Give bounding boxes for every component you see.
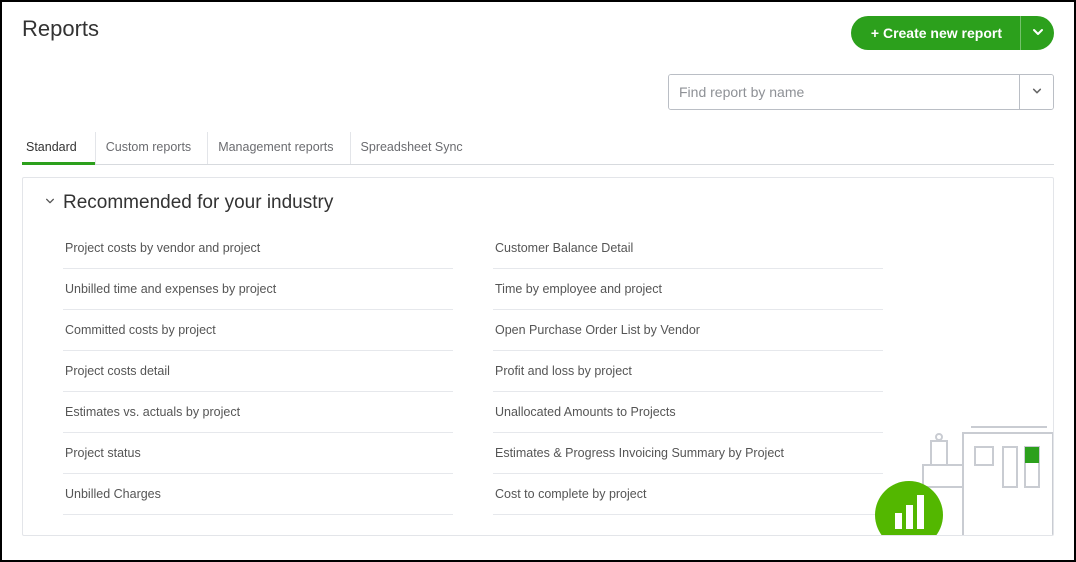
report-link[interactable]: Committed costs by project <box>63 310 453 351</box>
report-link[interactable]: Time by employee and project <box>493 269 883 310</box>
report-column-right: Customer Balance Detail Time by employee… <box>493 228 883 515</box>
section-header: Recommended for your industry <box>45 192 1031 214</box>
create-report-dropdown[interactable] <box>1020 16 1054 50</box>
report-link[interactable]: Estimates vs. actuals by project <box>63 392 453 433</box>
tab-bar: Standard Custom reports Management repor… <box>22 132 1054 165</box>
report-link[interactable]: Customer Balance Detail <box>493 228 883 269</box>
section-title: Recommended for your industry <box>63 192 333 214</box>
search-input[interactable] <box>669 75 1019 109</box>
report-link[interactable]: Project costs by vendor and project <box>63 228 453 269</box>
tab-spreadsheet-sync[interactable]: Spreadsheet Sync <box>351 132 479 164</box>
report-link[interactable]: Unbilled Charges <box>63 474 453 515</box>
report-column-left: Project costs by vendor and project Unbi… <box>63 228 453 515</box>
report-link[interactable]: Unbilled time and expenses by project <box>63 269 453 310</box>
report-link[interactable]: Open Purchase Order List by Vendor <box>493 310 883 351</box>
search-dropdown[interactable] <box>1019 75 1053 109</box>
create-report-group: + Create new report <box>851 16 1054 50</box>
report-link[interactable]: Profit and loss by project <box>493 351 883 392</box>
report-link[interactable]: Project status <box>63 433 453 474</box>
chevron-down-icon <box>1032 85 1042 99</box>
report-link[interactable]: Cost to complete by project <box>493 474 883 515</box>
report-link[interactable]: Project costs detail <box>63 351 453 392</box>
tab-management-reports[interactable]: Management reports <box>208 132 350 164</box>
report-link[interactable]: Unallocated Amounts to Projects <box>493 392 883 433</box>
reports-panel: Recommended for your industry Project co… <box>22 177 1054 536</box>
create-report-button[interactable]: + Create new report <box>851 16 1020 50</box>
chevron-down-icon <box>1032 25 1044 41</box>
page-title: Reports <box>22 16 99 42</box>
collapse-icon[interactable] <box>45 196 55 209</box>
tab-custom-reports[interactable]: Custom reports <box>96 132 208 164</box>
tab-standard[interactable]: Standard <box>22 132 96 164</box>
search-container <box>668 74 1054 110</box>
report-link[interactable]: Estimates & Progress Invoicing Summary b… <box>493 433 883 474</box>
